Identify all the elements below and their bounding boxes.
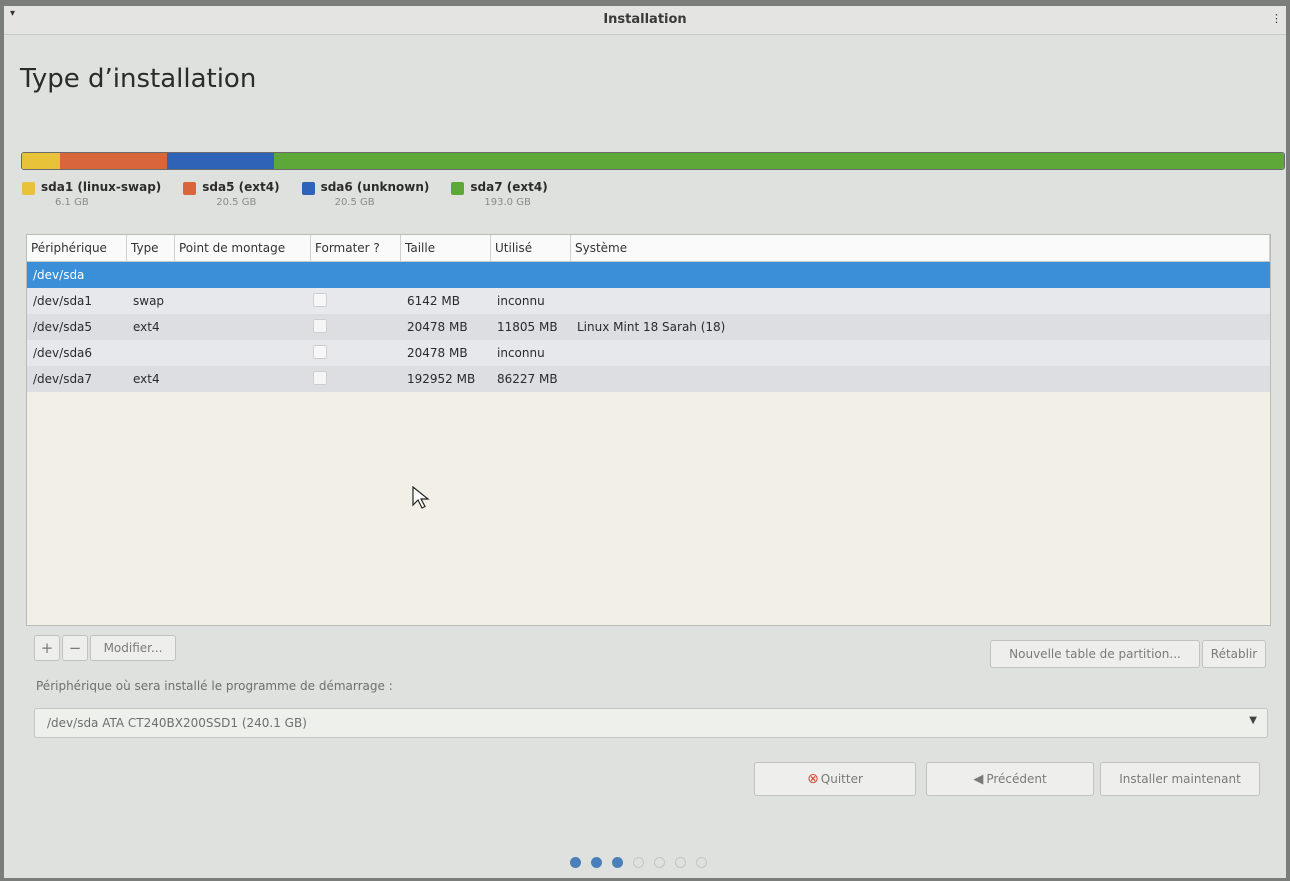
table-row[interactable]: /dev/sda6 20478 MB inconnu — [27, 340, 1270, 366]
modify-partition-button[interactable]: Modifier... — [90, 635, 176, 661]
remove-partition-button[interactable]: − — [62, 635, 88, 661]
new-partition-table-button[interactable]: Nouvelle table de partition... — [990, 640, 1200, 668]
device-cell: /dev/sda1 — [33, 294, 93, 308]
step-dot — [654, 857, 665, 868]
quit-button[interactable]: ⊗ Quitter — [754, 762, 916, 796]
step-dot — [570, 857, 581, 868]
legend-swatch-icon — [183, 182, 197, 195]
legend-size: 20.5 GB — [334, 197, 375, 208]
table-row[interactable]: /dev/sda1 swap 6142 MB inconnu — [27, 288, 1270, 314]
partition-bar — [21, 152, 1285, 170]
back-label: Précédent — [986, 772, 1047, 786]
legend-label: sda5 (ext4) — [202, 180, 280, 194]
legend-size: 20.5 GB — [216, 197, 257, 208]
type-cell: ext4 — [133, 372, 160, 386]
type-cell: ext4 — [133, 320, 160, 334]
title-bar: ▾ Installation ⋮ — [4, 6, 1286, 35]
step-dot — [633, 857, 644, 868]
step-dot — [612, 857, 623, 868]
used-cell: 86227 MB — [497, 372, 558, 386]
legend-label: sda7 (ext4) — [470, 180, 548, 194]
device-cell: /dev/sda6 — [33, 346, 93, 360]
device-cell: /dev/sda — [33, 268, 85, 282]
size-cell: 6142 MB — [407, 294, 460, 308]
used-cell: inconnu — [497, 294, 545, 308]
format-cell — [175, 370, 401, 388]
partition-segment-sda5 — [59, 153, 168, 169]
format-checkbox[interactable] — [313, 344, 327, 359]
arrow-left-icon: ◀ — [973, 771, 984, 787]
size-cell: 192952 MB — [407, 372, 476, 386]
table-header: Périphérique Type Point de montage Forma… — [27, 235, 1270, 262]
legend-label: sda6 (unknown) — [320, 180, 430, 194]
quit-label: Quitter — [820, 772, 863, 786]
chevron-down-icon: ▼ — [1249, 715, 1257, 726]
format-cell — [175, 344, 401, 362]
table-row-device[interactable]: /dev/sda — [27, 262, 1270, 288]
page-title: Type d’installation — [20, 64, 257, 94]
back-button[interactable]: ◀ Précédent — [926, 762, 1094, 796]
size-cell: 20478 MB — [407, 320, 468, 334]
partition-segment-sda6 — [167, 153, 275, 169]
partition-table: Périphérique Type Point de montage Forma… — [26, 234, 1271, 626]
step-dot — [675, 857, 686, 868]
legend-swatch-icon — [22, 182, 35, 195]
add-partition-button[interactable]: + — [34, 635, 60, 661]
legend-swatch-icon — [301, 182, 315, 195]
column-header-system[interactable]: Système — [571, 235, 1270, 261]
revert-button[interactable]: Rétablir — [1202, 640, 1266, 668]
step-indicator — [570, 857, 707, 868]
bootloader-device-select[interactable]: /dev/sda ATA CT240BX200SSD1 (240.1 GB) ▼ — [34, 708, 1268, 738]
column-header-size[interactable]: Taille — [401, 235, 491, 261]
legend-item-sda7: sda7 (ext4) 193.0 GB — [451, 180, 548, 208]
window-title: Installation — [603, 12, 687, 27]
used-cell: 11805 MB — [497, 320, 558, 334]
size-cell: 20478 MB — [407, 346, 468, 360]
install-now-button[interactable]: Installer maintenant — [1100, 762, 1260, 796]
table-row[interactable]: /dev/sda7 ext4 192952 MB 86227 MB — [27, 366, 1270, 392]
format-checkbox[interactable] — [313, 370, 327, 385]
legend-swatch-icon — [451, 182, 465, 195]
window-edge-icon: ⋮ — [1271, 12, 1282, 25]
table-row[interactable]: /dev/sda5 ext4 20478 MB 11805 MB Linux M… — [27, 314, 1270, 340]
legend-item-sda1: sda1 (linux-swap) 6.1 GB — [22, 180, 161, 208]
column-header-mount[interactable]: Point de montage — [175, 235, 311, 261]
format-cell — [175, 318, 401, 336]
column-header-device[interactable]: Périphérique — [27, 235, 127, 261]
column-header-format[interactable]: Formater ? — [311, 235, 401, 261]
mouse-pointer-icon — [412, 486, 430, 509]
column-header-used[interactable]: Utilisé — [491, 235, 571, 261]
legend-size: 6.1 GB — [55, 197, 89, 208]
legend-item-sda6: sda6 (unknown) 20.5 GB — [301, 180, 430, 208]
used-cell: inconnu — [497, 346, 545, 360]
format-checkbox[interactable] — [313, 318, 327, 333]
partition-segment-sda7 — [274, 153, 1284, 169]
device-cell: /dev/sda5 — [33, 320, 93, 334]
format-checkbox[interactable] — [313, 292, 327, 307]
legend-size: 193.0 GB — [484, 197, 531, 208]
installer-window: ▾ Installation ⋮ Type d’installation sda… — [4, 6, 1286, 878]
partition-segment-sda1 — [22, 153, 60, 169]
format-cell — [175, 292, 401, 310]
type-cell: swap — [133, 294, 165, 308]
system-cell: Linux Mint 18 Sarah (18) — [577, 320, 726, 334]
quit-icon: ⊗ — [807, 771, 819, 787]
partition-legend: sda1 (linux-swap) 6.1 GB sda5 (ext4) 20.… — [22, 180, 548, 208]
bootloader-device-value: /dev/sda ATA CT240BX200SSD1 (240.1 GB) — [47, 716, 307, 730]
legend-item-sda5: sda5 (ext4) 20.5 GB — [183, 180, 280, 208]
legend-label: sda1 (linux-swap) — [41, 180, 162, 194]
column-header-type[interactable]: Type — [127, 235, 175, 261]
bootloader-label: Périphérique où sera installé le program… — [36, 679, 393, 693]
step-dot — [591, 857, 602, 868]
step-dot — [696, 857, 707, 868]
device-cell: /dev/sda7 — [33, 372, 93, 386]
